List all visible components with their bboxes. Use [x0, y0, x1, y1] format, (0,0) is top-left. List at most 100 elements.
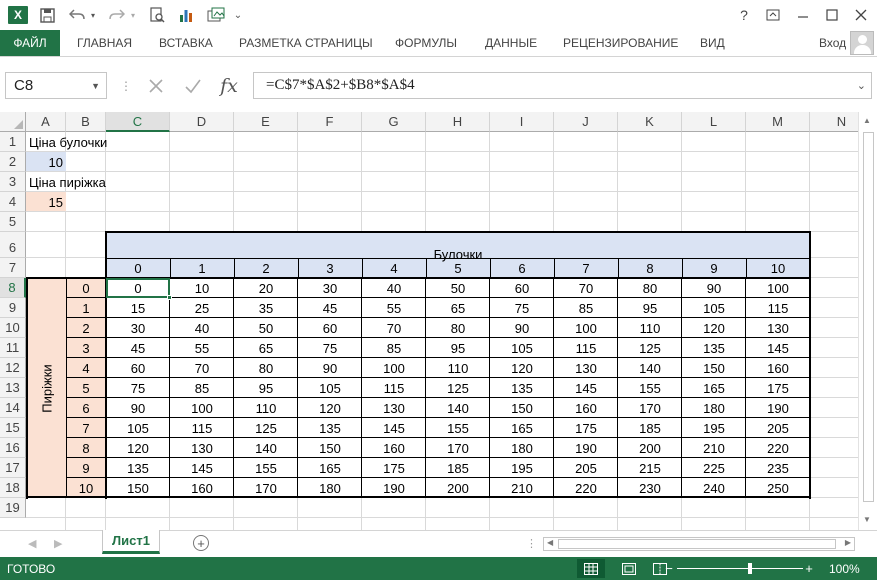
table-cell[interactable]: 165	[298, 458, 362, 478]
table-cell[interactable]: 125	[234, 418, 298, 438]
table-cell[interactable]: 50	[426, 278, 490, 298]
table-cell[interactable]: 195	[682, 418, 746, 438]
column-header-c[interactable]: C	[106, 112, 170, 132]
minimize-icon[interactable]	[790, 4, 816, 26]
table-cell[interactable]: 235	[746, 458, 810, 478]
customize-toolbar-icon[interactable]: ⌄	[232, 6, 244, 24]
table-cell[interactable]: 10	[170, 278, 234, 298]
table-cell[interactable]: 130	[170, 438, 234, 458]
table-cell[interactable]: 215	[618, 458, 682, 478]
table-cell[interactable]: 95	[234, 378, 298, 398]
table-cell[interactable]: 160	[746, 358, 810, 378]
table-cell[interactable]: 90	[682, 278, 746, 298]
col-value-cell[interactable]: 5	[426, 259, 490, 278]
table-cell[interactable]: 140	[234, 438, 298, 458]
table-cell[interactable]: 160	[362, 438, 426, 458]
table-cell[interactable]: 90	[298, 358, 362, 378]
col-value-cell[interactable]: 7	[554, 259, 618, 278]
row-header-19[interactable]: 19	[0, 498, 26, 518]
print-preview-icon[interactable]	[148, 6, 166, 24]
table-cell[interactable]: 15	[106, 298, 170, 318]
column-header-a[interactable]: A	[26, 112, 66, 132]
table-cell[interactable]: 120	[490, 358, 554, 378]
chart-icon[interactable]	[177, 6, 195, 24]
table-cell[interactable]: 105	[298, 378, 362, 398]
table-cell[interactable]: 180	[298, 478, 362, 498]
confirm-entry-icon[interactable]	[179, 72, 207, 99]
worksheet-grid[interactable]: A B C D E F G H I J K L M N 1 2 3 4 5 6 7 8 9 10 11 12 13 14 15 16 17 1…	[0, 112, 858, 530]
table-cell[interactable]: 115	[170, 418, 234, 438]
row-header-14[interactable]: 14	[0, 398, 26, 418]
column-header-g[interactable]: G	[362, 112, 426, 132]
table-cell[interactable]: 105	[106, 418, 170, 438]
table-cell[interactable]: 145	[554, 378, 618, 398]
table-cell[interactable]: 80	[234, 358, 298, 378]
tab-home[interactable]: ГЛАВНАЯ	[77, 30, 132, 56]
horizontal-scrollbar[interactable]: ◀ ▶	[543, 537, 855, 551]
sign-in-link[interactable]: Вход	[819, 30, 846, 56]
table-cell[interactable]: 60	[490, 278, 554, 298]
table-cell[interactable]: 140	[618, 358, 682, 378]
table-cell[interactable]: 125	[618, 338, 682, 358]
table-cell[interactable]: 45	[298, 298, 362, 318]
table-cell[interactable]: 85	[170, 378, 234, 398]
table-cell[interactable]: 120	[298, 398, 362, 418]
cell-a2[interactable]: 10	[26, 152, 66, 172]
table-cell[interactable]: 150	[106, 478, 170, 498]
undo-icon[interactable]	[68, 6, 86, 24]
table-cell[interactable]: 170	[234, 478, 298, 498]
table-cell[interactable]: 40	[362, 278, 426, 298]
table-cell[interactable]: 110	[234, 398, 298, 418]
row-header-5[interactable]: 5	[0, 212, 26, 232]
row-header-10[interactable]: 10	[0, 318, 26, 338]
table-cell[interactable]: 155	[426, 418, 490, 438]
column-header-k[interactable]: K	[618, 112, 682, 132]
table-cell[interactable]: 80	[618, 278, 682, 298]
sheet-tab-active[interactable]: Лист1	[102, 530, 160, 554]
table-cell[interactable]: 55	[170, 338, 234, 358]
select-all-button[interactable]	[0, 112, 26, 132]
tab-formulas[interactable]: ФОРМУЛЫ	[395, 30, 457, 56]
row-header-12[interactable]: 12	[0, 358, 26, 378]
column-header-l[interactable]: L	[682, 112, 746, 132]
table-cell[interactable]: 190	[362, 478, 426, 498]
table-cell[interactable]: 65	[426, 298, 490, 318]
tab-view[interactable]: ВИД	[700, 30, 725, 56]
table-cell[interactable]: 185	[426, 458, 490, 478]
header-pies[interactable]: Пиріжки	[28, 278, 66, 498]
table-cell[interactable]: 220	[554, 478, 618, 498]
zoom-in-button[interactable]: +	[802, 559, 816, 578]
tab-data[interactable]: ДАННЫЕ	[485, 30, 537, 56]
formula-input[interactable]: =C$7*$A$2+$B8*$A$4 ⌄	[253, 72, 872, 99]
table-cell[interactable]: 70	[170, 358, 234, 378]
cell-a4[interactable]: 15	[26, 192, 66, 212]
table-cell[interactable]: 130	[746, 318, 810, 338]
col-value-cell[interactable]: 3	[298, 259, 362, 278]
table-cell[interactable]: 175	[554, 418, 618, 438]
zoom-slider-thumb[interactable]	[748, 563, 752, 574]
table-cell[interactable]: 85	[362, 338, 426, 358]
table-cell[interactable]: 180	[490, 438, 554, 458]
table-cell[interactable]: 155	[234, 458, 298, 478]
zoom-out-button[interactable]: −	[662, 559, 676, 578]
table-cell[interactable]: 90	[490, 318, 554, 338]
row-value-cell[interactable]: 4	[66, 358, 106, 378]
table-cell[interactable]: 80	[426, 318, 490, 338]
col-value-cell[interactable]: 10	[746, 259, 810, 278]
tab-page-layout[interactable]: РАЗМЕТКА СТРАНИЦЫ	[239, 30, 373, 56]
table-cell[interactable]: 115	[554, 338, 618, 358]
col-value-cell[interactable]: 4	[362, 259, 426, 278]
zoom-level[interactable]: 100%	[829, 562, 860, 576]
table-cell[interactable]: 155	[618, 378, 682, 398]
table-cell[interactable]: 205	[746, 418, 810, 438]
table-cell[interactable]: 115	[746, 298, 810, 318]
tab-insert[interactable]: ВСТАВКА	[159, 30, 213, 56]
table-cell[interactable]: 70	[554, 278, 618, 298]
table-cell[interactable]: 145	[170, 458, 234, 478]
table-cell[interactable]: 150	[298, 438, 362, 458]
table-cell[interactable]: 240	[682, 478, 746, 498]
table-cell[interactable]: 130	[554, 358, 618, 378]
column-header-e[interactable]: E	[234, 112, 298, 132]
horizontal-scroll-thumb[interactable]	[558, 539, 836, 549]
table-cell[interactable]: 175	[746, 378, 810, 398]
